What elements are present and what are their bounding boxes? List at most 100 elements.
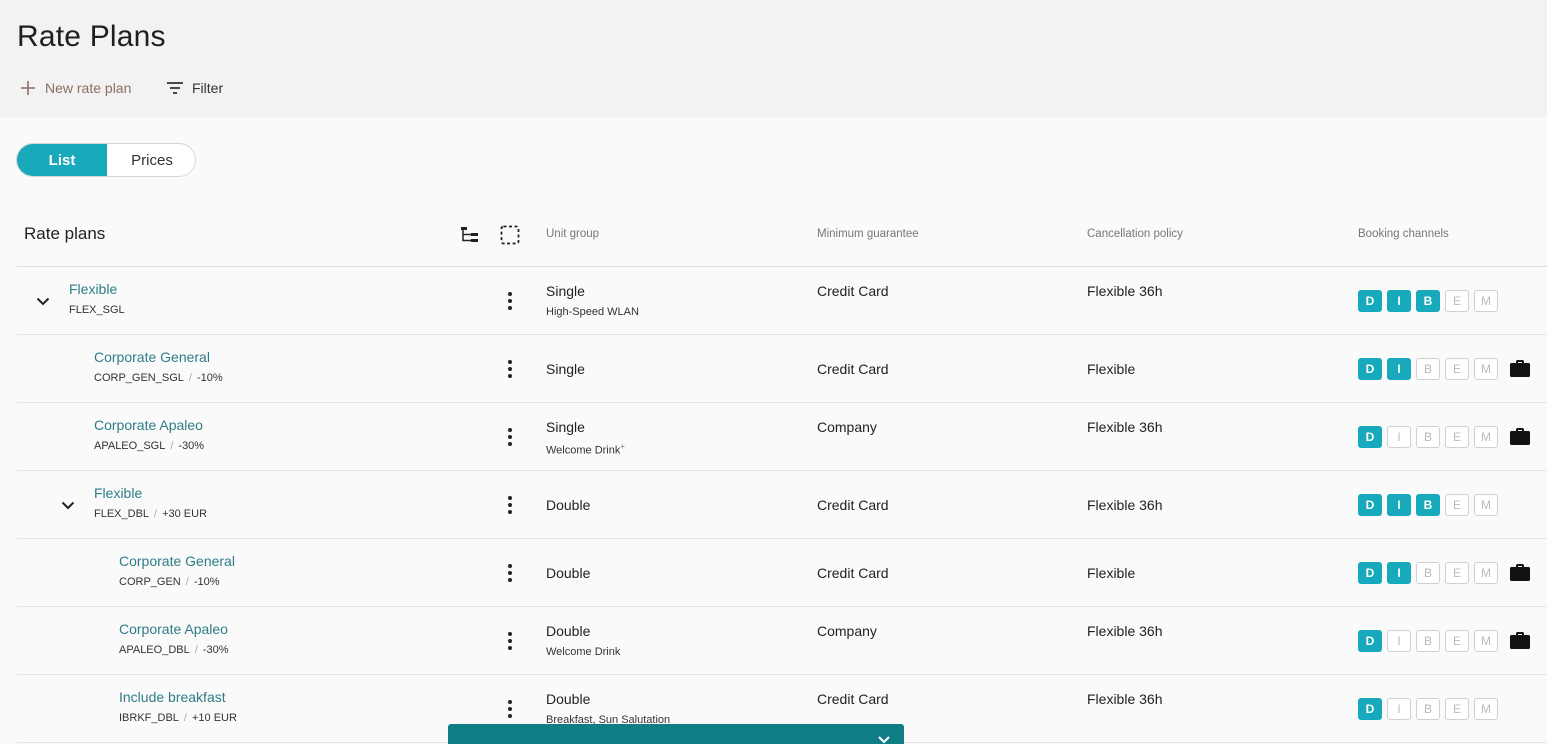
booking-channels: DIBEM [1358, 290, 1498, 312]
channel-i-badge[interactable]: I [1387, 358, 1411, 380]
channel-e-badge[interactable]: E [1445, 562, 1469, 584]
filter-label: Filter [192, 80, 224, 96]
rate-plan-name[interactable]: Corporate Apaleo [94, 417, 203, 433]
rate-plan-modifier: -30% [178, 440, 205, 452]
channel-i-badge[interactable]: I [1387, 290, 1411, 312]
table-row[interactable]: Corporate Apaleo APALEO_SGL / -30% Single We… [17, 403, 1547, 471]
unit-group-services-text: High-Speed WLAN [546, 306, 639, 318]
filter-icon [165, 78, 185, 98]
more-vert-icon[interactable] [500, 289, 520, 313]
channel-m-badge[interactable]: M [1474, 630, 1498, 652]
rate-plan-code-line: APALEO_DBL / -30% [119, 644, 228, 656]
channel-d-badge[interactable]: D [1358, 698, 1382, 720]
minimum-guarantee: Company [817, 419, 877, 435]
rate-plan-name[interactable]: Corporate General [119, 553, 235, 569]
channel-m-badge[interactable]: M [1474, 562, 1498, 584]
tree-view-icon[interactable] [459, 224, 481, 246]
cancellation-policy: Flexible 36h [1087, 691, 1163, 707]
channel-b-badge[interactable]: B [1416, 290, 1440, 312]
channel-m-badge[interactable]: M [1474, 358, 1498, 380]
channel-b-badge[interactable]: B [1416, 358, 1440, 380]
channel-d-badge[interactable]: D [1358, 562, 1382, 584]
close-icon[interactable] [876, 732, 892, 744]
channel-b-badge[interactable]: B [1416, 698, 1440, 720]
more-services-marker: + [620, 442, 626, 451]
channel-e-badge[interactable]: E [1445, 358, 1469, 380]
rate-plans-table: Rate plans Unit group Minimum guarantee … [17, 200, 1547, 743]
table-row[interactable]: Corporate Apaleo APALEO_DBL / -30% Double We… [17, 607, 1547, 675]
booking-channels: DIBEM [1358, 426, 1498, 448]
notification-bar [448, 724, 904, 744]
channel-i-badge[interactable]: I [1387, 562, 1411, 584]
briefcase-icon [1509, 359, 1531, 379]
column-booking-channels[interactable]: Booking channels [1358, 228, 1449, 240]
cancellation-policy: Flexible 36h [1087, 623, 1163, 639]
more-vert-icon[interactable] [500, 561, 520, 585]
table-row[interactable]: Flexible FLEX_DBL / +30 EUR Double Credit Ca… [17, 471, 1547, 539]
cancellation-policy: Flexible 36h [1087, 497, 1163, 513]
column-unit-group[interactable]: Unit group [546, 228, 599, 240]
minimum-guarantee: Credit Card [817, 283, 889, 299]
rate-plan-name[interactable]: Flexible [69, 281, 117, 297]
channel-m-badge[interactable]: M [1474, 290, 1498, 312]
channel-m-badge[interactable]: M [1474, 426, 1498, 448]
rate-plan-code: FLEX_DBL [94, 508, 150, 520]
rate-plan-name[interactable]: Flexible [94, 485, 142, 501]
chevron-down-icon[interactable] [58, 495, 78, 515]
table-row[interactable]: Corporate General CORP_GEN / -10% Double Cre… [17, 539, 1547, 607]
channel-e-badge[interactable]: E [1445, 290, 1469, 312]
more-vert-icon[interactable] [500, 357, 520, 381]
channel-b-badge[interactable]: B [1416, 630, 1440, 652]
channel-i-badge[interactable]: I [1387, 698, 1411, 720]
rate-plan-modifier: -10% [193, 576, 220, 588]
briefcase-icon [1509, 631, 1531, 651]
rate-plan-code: IBRKF_DBL [119, 712, 179, 724]
channel-b-badge[interactable]: B [1416, 426, 1440, 448]
channel-d-badge[interactable]: D [1358, 630, 1382, 652]
more-vert-icon[interactable] [500, 493, 520, 517]
rate-plan-name[interactable]: Corporate General [94, 349, 210, 365]
table-row[interactable]: Flexible FLEX_SGL Single High-Speed WLAN Cr… [17, 267, 1547, 335]
channel-b-badge[interactable]: B [1416, 494, 1440, 516]
channel-e-badge[interactable]: E [1445, 426, 1469, 448]
more-vert-icon[interactable] [500, 425, 520, 449]
channel-i-badge[interactable]: I [1387, 494, 1411, 516]
rate-plan-code: CORP_GEN_SGL [94, 372, 184, 384]
prices-view-tab[interactable]: Prices [107, 144, 195, 176]
channel-i-badge[interactable]: I [1387, 426, 1411, 448]
booking-channels: DIBEM [1358, 562, 1498, 584]
column-minimum-guarantee[interactable]: Minimum guarantee [817, 228, 919, 240]
new-rate-plan-button[interactable]: New rate plan [18, 78, 131, 98]
unit-group: Single [546, 283, 585, 299]
chevron-down-icon[interactable] [33, 291, 53, 311]
table-row[interactable]: Corporate General CORP_GEN_SGL / -10% Singl… [17, 335, 1547, 403]
filter-button[interactable]: Filter [165, 78, 223, 98]
channel-m-badge[interactable]: M [1474, 698, 1498, 720]
column-cancellation-policy[interactable]: Cancellation policy [1087, 228, 1183, 240]
channel-d-badge[interactable]: D [1358, 358, 1382, 380]
rate-plan-name[interactable]: Corporate Apaleo [119, 621, 228, 637]
list-view-tab[interactable]: List [17, 144, 107, 176]
channel-d-badge[interactable]: D [1358, 494, 1382, 516]
rate-plan-modifier: +10 EUR [191, 712, 237, 724]
channel-e-badge[interactable]: E [1445, 698, 1469, 720]
unit-group: Double [546, 497, 591, 513]
channel-b-badge[interactable]: B [1416, 562, 1440, 584]
channel-i-badge[interactable]: I [1387, 630, 1411, 652]
unit-group-services: Welcome Drink+ [546, 442, 625, 457]
more-vert-icon[interactable] [500, 629, 520, 653]
rate-plan-code-line: CORP_GEN_SGL / -10% [94, 372, 223, 384]
channel-d-badge[interactable]: D [1358, 290, 1382, 312]
separator: / [188, 372, 192, 384]
select-dashed-icon[interactable] [499, 224, 521, 246]
minimum-guarantee: Credit Card [817, 691, 889, 707]
channel-e-badge[interactable]: E [1445, 630, 1469, 652]
channel-d-badge[interactable]: D [1358, 426, 1382, 448]
unit-group-services-text: Welcome Drink [546, 646, 621, 658]
rate-plan-code: FLEX_SGL [69, 304, 125, 316]
channel-m-badge[interactable]: M [1474, 494, 1498, 516]
channel-e-badge[interactable]: E [1445, 494, 1469, 516]
more-vert-icon[interactable] [500, 697, 520, 721]
rate-plan-code: APALEO_DBL [119, 644, 190, 656]
rate-plan-name[interactable]: Include breakfast [119, 689, 226, 705]
